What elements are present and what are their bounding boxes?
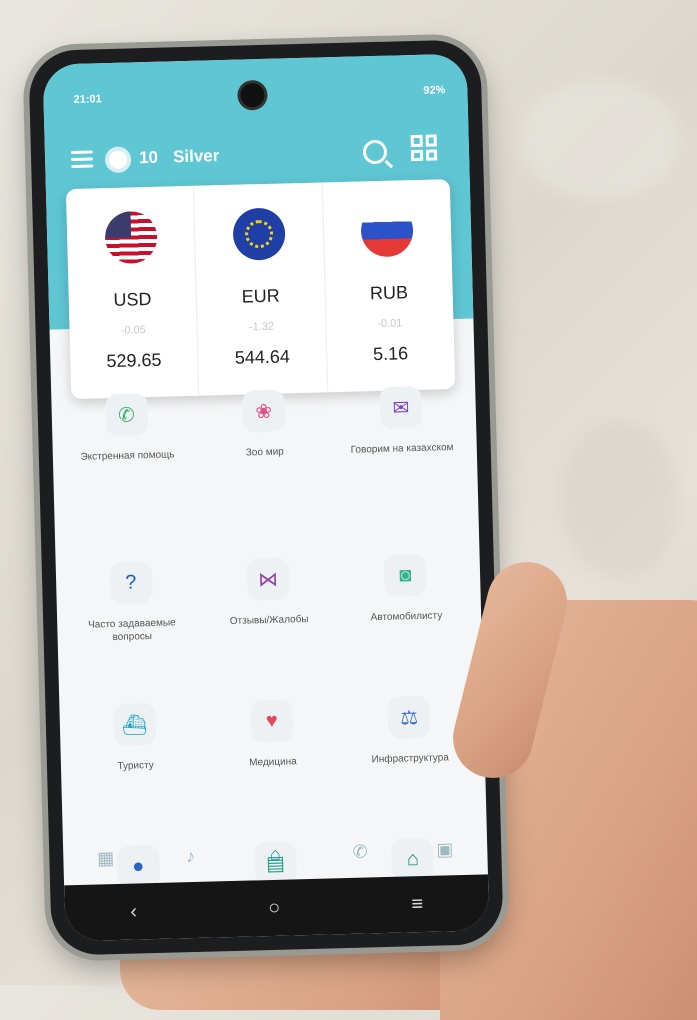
service-label: Автомобилисту <box>370 610 443 624</box>
service-label: Часто задаваемые вопросы <box>88 617 176 644</box>
phone: 21:01 92% 10 Silver USD -0.05 529.65 EUR… <box>28 39 504 956</box>
phone-screen: 21:01 92% 10 Silver USD -0.05 529.65 EUR… <box>42 53 490 942</box>
rate-rub[interactable]: RUB -0.01 5.16 <box>322 179 455 392</box>
eu-flag-icon <box>232 207 286 261</box>
currency-rates-card: USD -0.05 529.65 EUR -1.32 544.64 RUB -0… <box>65 179 456 400</box>
battery-level: 92% <box>423 84 446 97</box>
service-tile[interactable]: ✉ Говорим на казахском <box>332 385 472 521</box>
currency-value: 544.64 <box>234 346 291 368</box>
ship-icon: ⛴ <box>113 702 157 747</box>
currency-code: USD <box>113 288 152 310</box>
service-tile[interactable]: ⋈ Отзывы/Жалобы <box>199 544 339 666</box>
back-icon[interactable]: ‹ <box>130 900 137 923</box>
qr-code-icon[interactable] <box>410 134 438 162</box>
system-nav-bar: ‹ ○ ≡ <box>64 874 490 942</box>
currency-change: -0.05 <box>120 324 146 337</box>
service-label: Экстренная помощь <box>80 449 175 463</box>
service-tile[interactable]: ❀ Зоо мир <box>195 389 335 524</box>
chat-icon: ✉ <box>379 385 423 429</box>
home-button-icon[interactable]: ○ <box>268 896 281 919</box>
status-time: 21:01 <box>73 93 102 106</box>
currency-change: -1.32 <box>248 320 275 334</box>
phone-icon: ✆ <box>104 393 148 437</box>
scales-icon: ⚖ <box>387 695 431 739</box>
call-icon[interactable]: ✆ <box>348 841 373 864</box>
service-label: Говорим на казахском <box>350 442 454 456</box>
search-icon[interactable] <box>362 139 388 165</box>
points-count: 10 <box>138 147 159 168</box>
animal-icon: ❀ <box>242 389 286 433</box>
service-label: Зоо мир <box>245 446 284 459</box>
service-tile[interactable]: ◙ Автомобилисту <box>336 541 476 663</box>
coin-icon <box>104 146 132 174</box>
rate-eur[interactable]: EUR -1.32 544.64 <box>194 182 328 396</box>
currency-value: 529.65 <box>106 349 162 372</box>
recents-icon[interactable]: ≡ <box>411 893 423 916</box>
ru-flag-icon <box>360 204 415 258</box>
bell-icon[interactable]: ♪ <box>178 846 203 869</box>
currency-change: -0.01 <box>377 317 403 331</box>
menu-icon[interactable] <box>70 150 94 169</box>
service-label: Отзывы/Жалобы <box>229 613 309 627</box>
currency-code: RUB <box>369 282 409 304</box>
feedback-icon: ⋈ <box>246 557 290 601</box>
loyalty-tier: Silver <box>172 146 220 167</box>
service-label: Медицина <box>248 756 297 769</box>
service-tile[interactable]: ? Часто задаваемые вопросы <box>61 548 201 670</box>
currency-code: EUR <box>241 285 280 307</box>
home-icon[interactable]: ⌂ <box>263 844 288 867</box>
currency-value: 5.16 <box>372 343 409 365</box>
service-tile[interactable]: ✆ Экстренная помощь <box>58 393 198 528</box>
rate-usd[interactable]: USD -0.05 529.65 <box>65 185 200 400</box>
car-icon: ◙ <box>383 553 427 597</box>
heart-icon: ♥ <box>250 699 294 743</box>
service-tile[interactable]: ⛴ Туристу <box>65 690 205 812</box>
dashboard-icon[interactable]: ▦ <box>94 848 119 871</box>
service-label: Туристу <box>117 760 154 772</box>
question-icon: ? <box>109 561 153 605</box>
profile-card-icon[interactable]: ▣ <box>433 839 458 862</box>
us-flag-icon <box>104 210 158 265</box>
service-tile[interactable]: ♥ Медицина <box>202 686 342 808</box>
